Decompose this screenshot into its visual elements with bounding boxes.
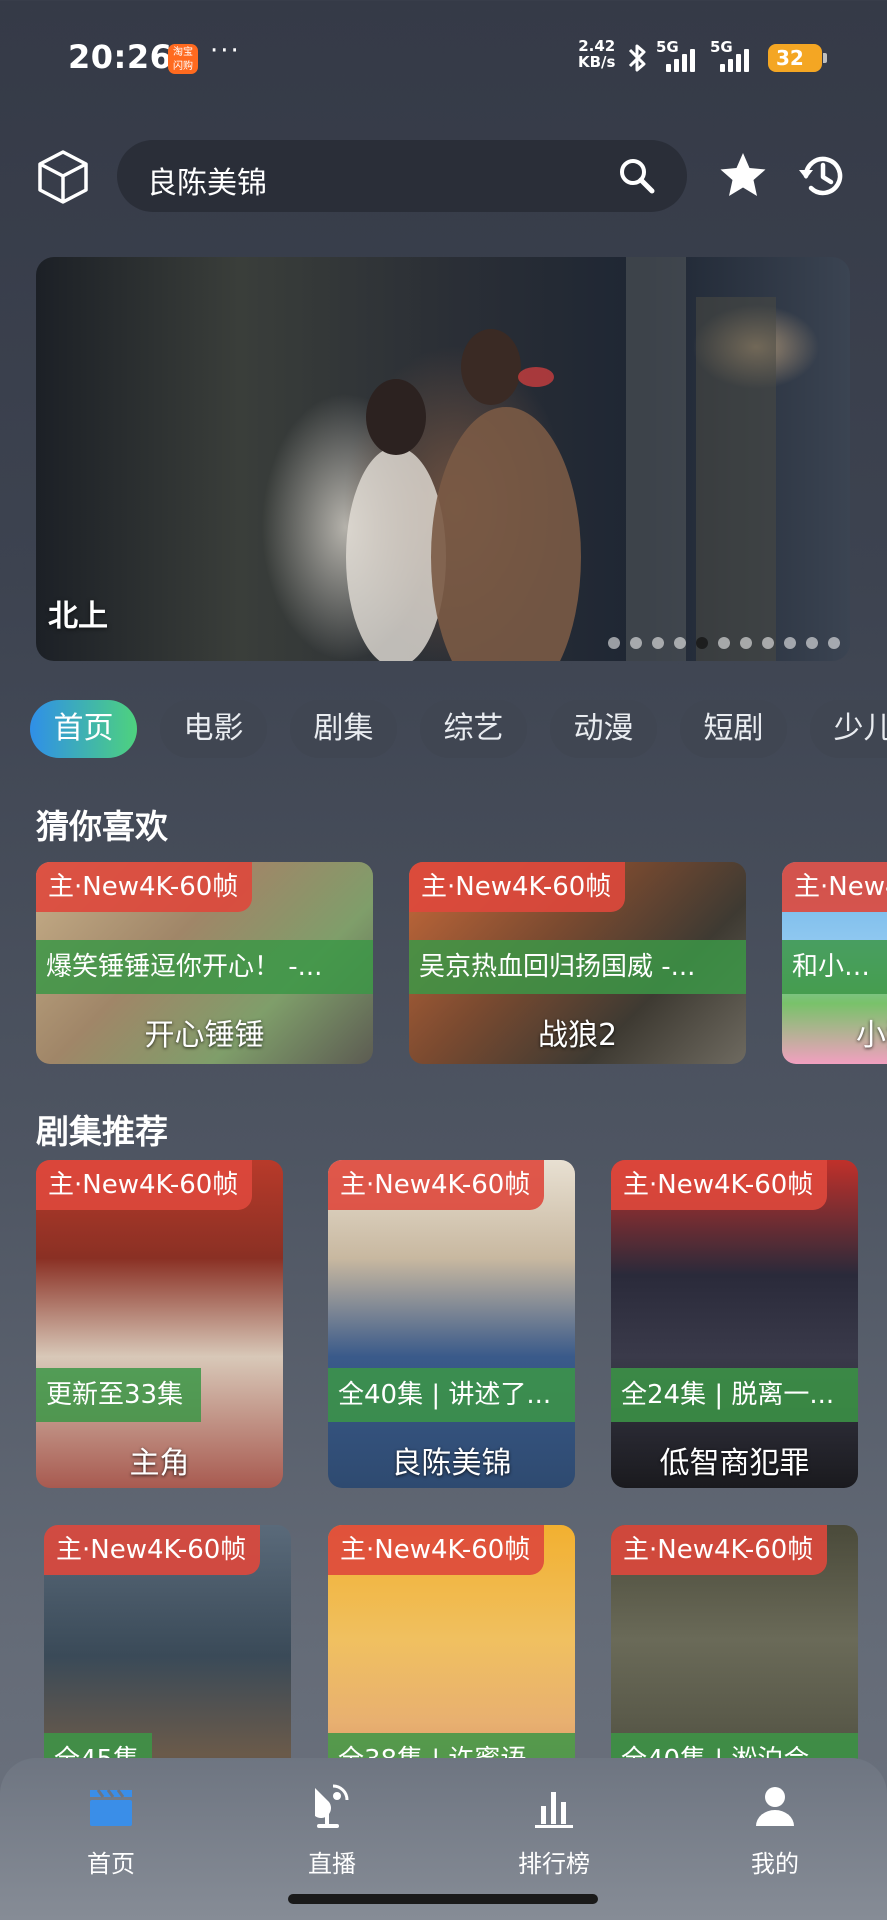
search-input[interactable]: 良陈美锦 bbox=[117, 140, 687, 212]
nav-profile-label: 我的 bbox=[751, 1850, 799, 1878]
banner-dot bbox=[784, 637, 796, 649]
search-text: 良陈美锦 bbox=[147, 166, 267, 201]
nav-ranking-label: 排行榜 bbox=[518, 1850, 590, 1878]
more-notifications-icon: ··· bbox=[210, 36, 241, 66]
card-title: 开心锤锤 bbox=[144, 1018, 265, 1053]
tab-short-drama[interactable]: 短剧 bbox=[680, 700, 787, 758]
tab-series[interactable]: 剧集 bbox=[290, 700, 397, 758]
star-icon[interactable] bbox=[718, 150, 768, 200]
card-title: 主角 bbox=[129, 1446, 190, 1481]
card-description: 全40集 | 讲述了... bbox=[328, 1368, 575, 1422]
banner-dot bbox=[828, 637, 840, 649]
tab-variety[interactable]: 综艺 bbox=[420, 700, 527, 758]
card-description: 爆笑锤锤逗你开心！ -... bbox=[36, 940, 373, 994]
section-title-series: 剧集推荐 bbox=[36, 1112, 168, 1151]
bottom-navigation: 首页 直播 排行榜 我的 bbox=[0, 1758, 887, 1920]
nav-home[interactable]: 首页 bbox=[51, 1782, 171, 1892]
nav-profile[interactable]: 我的 bbox=[715, 1782, 835, 1892]
quality-badge: 主·New4K-60帧 bbox=[328, 1160, 545, 1210]
card-title: 小猪佩奇 bbox=[856, 1018, 887, 1053]
guess-card[interactable]: 主·New4K-60帧 吴京热血回归扬国威 -... 战狼2 bbox=[409, 862, 746, 1064]
net-speed-unit: KB/s bbox=[578, 53, 616, 71]
card-description: 和小猪佩奇 bbox=[782, 940, 887, 994]
status-time: 20:26 bbox=[68, 38, 173, 76]
tab-kids[interactable]: 少儿 bbox=[810, 700, 887, 758]
guess-card[interactable]: 主·New4K-60帧 和小猪佩奇 小猪佩奇 bbox=[782, 862, 887, 1064]
signal-5g-1: 5G bbox=[656, 38, 706, 74]
user-icon bbox=[756, 1787, 794, 1826]
network-speed: 2.42 KB/s bbox=[578, 38, 615, 70]
series-card[interactable]: 主·New4K-60帧 更新至33集 主角 bbox=[36, 1160, 283, 1488]
quality-badge: 主·New4K-60帧 bbox=[611, 1525, 828, 1575]
cube-icon[interactable] bbox=[36, 148, 90, 206]
banner-carousel[interactable]: 北上 bbox=[36, 257, 850, 661]
nav-home-label: 首页 bbox=[87, 1850, 135, 1878]
net-speed-value: 2.42 bbox=[578, 37, 616, 55]
card-title: 良陈美锦 bbox=[391, 1446, 512, 1481]
quality-badge: 主·New4K-60帧 bbox=[44, 1525, 261, 1575]
banner-pagination bbox=[608, 637, 840, 649]
banner-dot bbox=[608, 637, 620, 649]
bluetooth-icon bbox=[628, 44, 646, 72]
quality-badge: 主·New4K-60帧 bbox=[328, 1525, 545, 1575]
tab-anime[interactable]: 动漫 bbox=[550, 700, 657, 758]
banner-dot bbox=[674, 637, 686, 649]
satellite-icon bbox=[315, 1784, 349, 1828]
signal-5g-2: 5G bbox=[710, 38, 760, 74]
nav-live-label: 直播 bbox=[308, 1850, 356, 1878]
banner-dot-active bbox=[696, 637, 708, 649]
card-description: 全24集 | 脱离一... bbox=[611, 1368, 858, 1422]
section-title-guess: 猜你喜欢 bbox=[36, 807, 168, 846]
banner-dot bbox=[718, 637, 730, 649]
quality-badge: 主·New4K-60帧 bbox=[782, 862, 887, 912]
battery-indicator: 32 bbox=[768, 44, 827, 72]
banner-image bbox=[346, 257, 776, 661]
guess-card[interactable]: 主·New4K-60帧 爆笑锤锤逗你开心！ -... 开心锤锤 bbox=[36, 862, 373, 1064]
status-bar: 20:26 淘宝 闪购 ··· 2.42 KB/s 5G 5G 32 bbox=[0, 0, 887, 116]
taobao-notification-icon: 淘宝 闪购 bbox=[168, 44, 198, 74]
card-description: 更新至33集 bbox=[36, 1368, 201, 1422]
series-card[interactable]: 主·New4K-60帧 全40集 | 讲述了... 良陈美锦 bbox=[328, 1160, 575, 1488]
banner-title[interactable]: 北上 bbox=[48, 591, 108, 635]
banner-dot bbox=[806, 637, 818, 649]
category-tabs: 首页 电影 剧集 综艺 动漫 短剧 少儿 bbox=[30, 700, 887, 760]
quality-badge: 主·New4K-60帧 bbox=[409, 862, 626, 912]
card-title: 低智商犯罪 bbox=[659, 1446, 810, 1481]
quality-badge: 主·New4K-60帧 bbox=[611, 1160, 828, 1210]
card-title: 战狼2 bbox=[537, 1018, 618, 1053]
quality-badge: 主·New4K-60帧 bbox=[36, 1160, 253, 1210]
banner-dot bbox=[630, 637, 642, 649]
banner-dot bbox=[762, 637, 774, 649]
banner-dot bbox=[740, 637, 752, 649]
banner-dot bbox=[652, 637, 664, 649]
history-icon[interactable] bbox=[796, 150, 848, 202]
card-description: 吴京热血回归扬国威 -... bbox=[409, 940, 746, 994]
clapperboard-icon bbox=[90, 1789, 132, 1826]
nav-live[interactable]: 直播 bbox=[272, 1782, 392, 1892]
bar-chart-icon bbox=[535, 1792, 573, 1828]
search-icon[interactable] bbox=[617, 156, 657, 196]
tab-movie[interactable]: 电影 bbox=[160, 700, 267, 758]
series-card[interactable]: 主·New4K-60帧 全24集 | 脱离一... 低智商犯罪 bbox=[611, 1160, 858, 1488]
nav-ranking[interactable]: 排行榜 bbox=[494, 1782, 614, 1892]
home-indicator[interactable] bbox=[288, 1894, 598, 1904]
quality-badge: 主·New4K-60帧 bbox=[36, 862, 253, 912]
tab-home[interactable]: 首页 bbox=[30, 700, 137, 758]
